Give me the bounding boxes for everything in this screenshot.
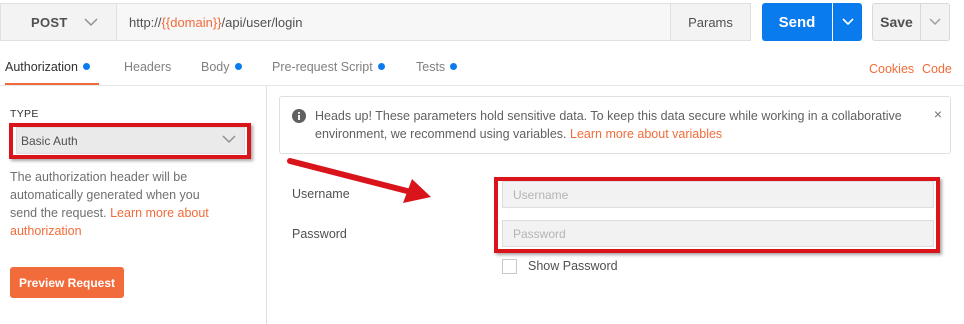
- show-password-checkbox[interactable]: [502, 259, 517, 274]
- learn-more-variables-link[interactable]: Learn more about variables: [570, 127, 722, 141]
- tab-label: Authorization: [5, 60, 78, 74]
- tab-body[interactable]: Body: [201, 50, 242, 86]
- type-label: TYPE: [10, 108, 39, 120]
- tab-pre-request-script[interactable]: Pre-request Script: [272, 50, 385, 86]
- send-button[interactable]: Send: [762, 3, 832, 41]
- tab-label: Body: [201, 60, 230, 74]
- auth-description: The authorization header will be automat…: [10, 168, 210, 240]
- close-icon[interactable]: ×: [934, 107, 942, 121]
- preview-request-button[interactable]: Preview Request: [10, 267, 124, 298]
- save-button[interactable]: Save: [872, 3, 921, 41]
- tab-label: Tests: [416, 60, 446, 74]
- cookies-link[interactable]: Cookies: [869, 62, 914, 76]
- chevron-down-icon: [84, 15, 98, 29]
- info-icon: [292, 109, 306, 126]
- url-prefix: http://: [129, 14, 162, 30]
- tab-tests[interactable]: Tests: [416, 50, 458, 86]
- url-input[interactable]: http://{{domain}}/api/user/login: [116, 3, 671, 41]
- url-variable: {{domain}}: [161, 14, 222, 30]
- url-suffix: /api/user/login: [221, 14, 303, 30]
- save-dropdown-button[interactable]: [921, 3, 950, 41]
- status-dot-icon: [234, 63, 242, 71]
- password-label: Password: [292, 227, 347, 241]
- method-select[interactable]: POST: [0, 3, 116, 41]
- tab-authorization[interactable]: Authorization: [5, 50, 99, 86]
- annotation-highlight-box: [9, 123, 251, 159]
- tab-headers[interactable]: Headers: [124, 50, 171, 86]
- sensitive-data-notice: Heads up! These parameters hold sensitiv…: [279, 96, 951, 154]
- method-label: POST: [31, 14, 68, 30]
- status-dot-icon: [450, 63, 458, 71]
- auth-type-panel: TYPE Basic Auth The authorization header…: [0, 86, 267, 324]
- tab-label: Headers: [124, 60, 172, 74]
- send-dropdown-button[interactable]: [833, 3, 862, 41]
- params-button[interactable]: Params: [671, 3, 751, 41]
- show-password-label[interactable]: Show Password: [528, 259, 618, 273]
- code-link[interactable]: Code: [922, 62, 952, 76]
- username-label: Username: [292, 187, 350, 201]
- tab-label: Pre-request Script: [272, 60, 373, 74]
- annotation-highlight-box: [494, 177, 940, 253]
- status-dot-icon: [82, 63, 90, 71]
- chevron-down-icon: [929, 18, 941, 26]
- notice-text: Heads up! These parameters hold sensitiv…: [315, 107, 925, 143]
- chevron-down-icon: [841, 18, 854, 26]
- status-dot-icon: [377, 63, 385, 71]
